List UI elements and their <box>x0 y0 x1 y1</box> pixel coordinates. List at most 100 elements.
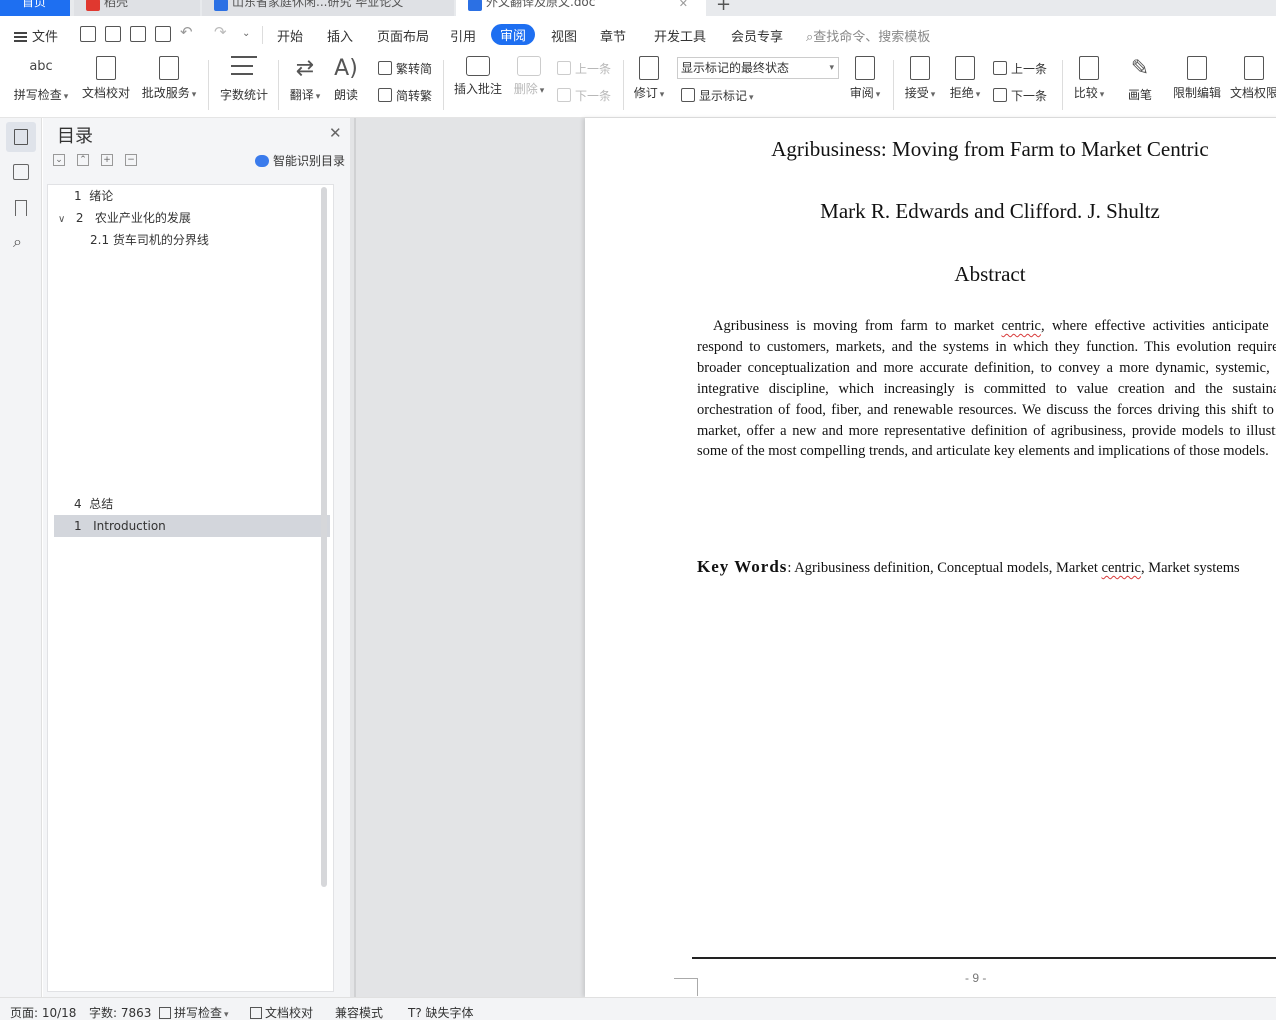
markup-state-select[interactable]: 显示标记的最终状态 ▾ <box>677 57 839 79</box>
word-doc-icon <box>214 0 228 11</box>
toc-scrollbar[interactable] <box>321 187 327 887</box>
quick-access-more-icon[interactable]: ⌄ <box>242 28 250 39</box>
revise-service-button[interactable]: 批改服务 ▾ <box>140 56 198 101</box>
track-changes-button[interactable]: 修订 ▾ <box>632 56 666 101</box>
toc-panel-button[interactable] <box>6 122 36 152</box>
tab-home[interactable]: 首页 <box>0 0 70 16</box>
review-pane-button[interactable]: 审阅 ▾ <box>848 56 882 101</box>
undo-icon[interactable]: ↶ <box>180 23 193 41</box>
toc-item-selected[interactable]: 1 Introduction <box>54 515 330 537</box>
abstract-heading-text: Abstract <box>954 262 1026 286</box>
accept-button[interactable]: 接受 ▾ <box>903 56 937 101</box>
toc-item[interactable]: 2.1 货车司机的分界线 <box>54 229 330 251</box>
prev-comment-button[interactable]: 上一条 <box>557 60 611 77</box>
font-warning-icon: T? <box>408 1006 422 1020</box>
tab-current-doc[interactable]: 外文翻译及原文.doc ✕ <box>456 0 706 16</box>
toc-title: 目录 <box>57 126 93 147</box>
smart-toc-label: 智能识别目录 <box>273 154 346 168</box>
translate-button[interactable]: ⇄ 翻译 ▾ <box>287 56 323 103</box>
close-tab-icon[interactable]: ✕ <box>679 0 688 12</box>
chevron-down-icon[interactable]: ∨ <box>58 209 72 231</box>
menu-home[interactable]: 开始 <box>277 26 303 45</box>
proof-icon <box>250 1007 262 1019</box>
new-tab-button[interactable]: + <box>716 0 731 15</box>
toc-item-label: 货车司机的分界线 <box>112 233 209 247</box>
toc-item-label: Introduction <box>93 519 166 533</box>
track-changes-icon <box>639 56 659 80</box>
insert-comment-button[interactable]: 插入批注 <box>453 56 503 97</box>
pen-icon: ✎ <box>1130 56 1150 81</box>
collapse-all-icon[interactable]: ⌄ <box>53 154 65 166</box>
doc-proof-button[interactable]: 文档校对 <box>80 56 132 101</box>
reject-button[interactable]: 拒绝 ▾ <box>948 56 982 101</box>
page-indicator[interactable]: 页面: 10/18 <box>10 1004 76 1021</box>
menu-view[interactable]: 视图 <box>551 26 577 45</box>
toc-item[interactable]: 4 总结 <box>54 493 330 515</box>
keywords-text: : Agribusiness definition, Conceptual mo… <box>787 560 1102 576</box>
command-search[interactable]: ⌕查找命令、搜索模板 <box>806 26 930 45</box>
save-icon[interactable] <box>80 26 96 42</box>
ribbon-divider <box>893 60 894 110</box>
word-count-indicator[interactable]: 字数: 7863 <box>89 1004 151 1021</box>
status-spell-check[interactable]: 拼写检查 ▾ <box>159 1004 229 1021</box>
remove-heading-icon[interactable]: − <box>125 154 137 166</box>
print-icon[interactable] <box>130 26 146 42</box>
redo-icon[interactable]: ↷ <box>214 23 227 41</box>
menu-review[interactable]: 审阅 <box>491 24 536 45</box>
menu-insert[interactable]: 插入 <box>327 26 353 45</box>
print-preview-icon[interactable] <box>155 26 171 42</box>
missing-font-button[interactable]: T? 缺失字体 <box>408 1004 474 1021</box>
compare-button[interactable]: 比较 ▾ <box>1072 56 1106 101</box>
abstract-paragraph: Agribusiness is moving from farm to mark… <box>697 316 1276 462</box>
prev-comment-icon <box>557 61 571 75</box>
simp-to-trad-label: 简转繁 <box>396 89 433 103</box>
command-search-placeholder: 查找命令、搜索模板 <box>813 30 931 45</box>
trad-to-simp-button[interactable]: 繁转简 <box>378 60 432 77</box>
document-page[interactable]: Agribusiness: Moving from Farm to Market… <box>585 118 1276 997</box>
toc-item[interactable]: 1 绪论 <box>54 185 330 207</box>
add-heading-icon[interactable]: + <box>101 154 113 166</box>
expand-up-icon[interactable]: ⌃ <box>77 154 89 166</box>
read-aloud-button[interactable]: A) 朗读 <box>332 56 360 103</box>
prev-change-icon <box>993 61 1007 75</box>
menu-chapter[interactable]: 章节 <box>600 26 626 45</box>
toc-item-number: 2 <box>75 211 84 225</box>
markup-state-value: 显示标记的最终状态 <box>681 61 790 75</box>
next-comment-button[interactable]: 下一条 <box>557 87 611 104</box>
tab-thesis[interactable]: 山东省家庭休闲...研究 毕业论文 <box>202 0 454 16</box>
chapter-nav-icon[interactable] <box>13 164 29 180</box>
reject-icon <box>955 56 975 80</box>
revise-service-label: 批改服务 <box>141 86 190 100</box>
menu-developer[interactable]: 开发工具 <box>654 26 706 45</box>
toc-item[interactable]: ∨ 2 农业产业化的发展 <box>54 207 330 229</box>
margin-corner-mark <box>674 978 698 996</box>
smart-toc-button[interactable]: 智能识别目录 <box>255 152 345 169</box>
prev-change-button[interactable]: 上一条 <box>993 60 1047 77</box>
word-doc-icon <box>468 0 482 11</box>
simp-to-trad-button[interactable]: 简转繁 <box>378 87 432 104</box>
bookmark-icon[interactable] <box>15 200 27 216</box>
word-count-icon <box>231 56 257 82</box>
word-count-button[interactable]: 字数统计 <box>218 56 270 103</box>
pen-button[interactable]: ✎ 画笔 <box>1126 56 1154 103</box>
close-icon[interactable]: ✕ <box>329 124 342 142</box>
menu-page-layout[interactable]: 页面布局 <box>377 26 429 45</box>
show-markup-button[interactable]: 显示标记 ▾ <box>681 87 754 104</box>
menu-references[interactable]: 引用 <box>450 26 476 45</box>
panel-splitter[interactable] <box>354 118 356 997</box>
doc-permission-button[interactable]: 文档权限 <box>1230 56 1276 101</box>
status-doc-proof[interactable]: 文档校对 <box>250 1004 313 1021</box>
spell-check-button[interactable]: abc 拼写检查 ▾ <box>12 56 70 103</box>
delete-comment-button[interactable]: 删除 ▾ <box>512 56 546 97</box>
tab-docer[interactable]: 稻壳 <box>74 0 200 16</box>
restrict-edit-button[interactable]: 限制编辑 <box>1172 56 1222 101</box>
file-menu-button[interactable]: 文件 <box>14 26 58 45</box>
doc-proof-icon <box>96 56 116 80</box>
side-nav-strip: ⌕ <box>0 118 42 997</box>
chevron-down-icon: ▾ <box>829 63 834 73</box>
toc-item-label: 总结 <box>89 497 114 511</box>
search-icon[interactable]: ⌕ <box>13 234 29 250</box>
menu-member[interactable]: 会员专享 <box>731 26 783 45</box>
next-change-button[interactable]: 下一条 <box>993 87 1047 104</box>
export-pdf-icon[interactable] <box>105 26 121 42</box>
